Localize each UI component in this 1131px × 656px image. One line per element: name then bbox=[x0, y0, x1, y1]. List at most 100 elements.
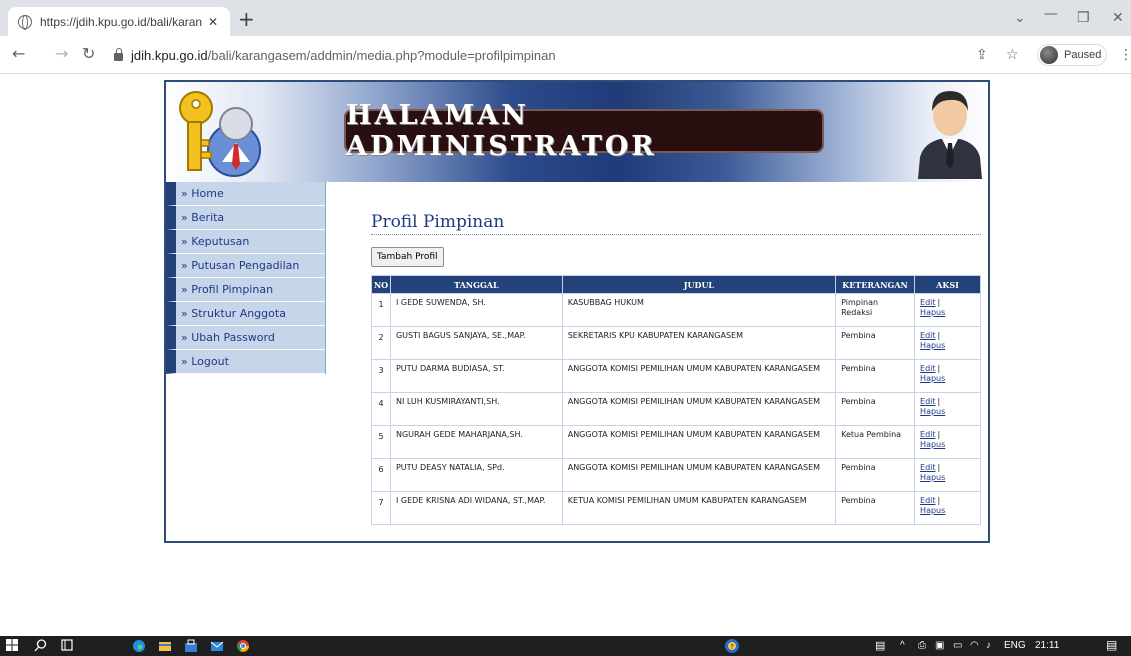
cell-tanggal: PUTU DARMA BUDIASA, ST. bbox=[389, 359, 563, 393]
banner-title: HALAMAN ADMINISTRATOR bbox=[346, 100, 657, 162]
table-row: 4 NI LUH KUSMIRAYANTI,SH. ANGGOTA KOMISI P… bbox=[371, 392, 981, 426]
paused-label: Paused bbox=[1064, 49, 1102, 61]
admin-banner: HALAMAN ADMINISTRATOR bbox=[344, 100, 824, 162]
sidebar-item-label: » Berita bbox=[181, 211, 225, 224]
cell-no: 7 bbox=[371, 491, 391, 525]
heading-divider bbox=[371, 234, 981, 235]
cell-keterangan: Ketua Pembina bbox=[835, 425, 916, 459]
chevron-up-icon[interactable]: ^ bbox=[900, 640, 905, 651]
printer-icon[interactable]: ⎙ bbox=[918, 640, 926, 651]
table-row: 1I GEDE SUWENDA, SH. KASUBBAG HUKUM Pimpin… bbox=[371, 293, 981, 327]
delete-link[interactable]: Hapus bbox=[920, 308, 945, 317]
clock[interactable]: 21:11 bbox=[1035, 640, 1059, 651]
sidebar-item-label: » Keputusan bbox=[181, 235, 250, 248]
update-icon[interactable]: ▣ bbox=[935, 640, 944, 651]
new-tab-button[interactable]: + bbox=[238, 9, 255, 29]
action-separator: | bbox=[937, 298, 941, 307]
sidebar-item-logout[interactable]: » Logout bbox=[166, 350, 325, 374]
sidebar-item-putusan-pengadilan[interactable]: » Putusan Pengadilan bbox=[166, 254, 325, 278]
delete-link[interactable]: Hapus bbox=[920, 407, 945, 416]
table-row: 2 GUSTI BAGUS SANJAYA, SE.,MAP. SEKRETARIS… bbox=[371, 326, 981, 360]
news-widget-icon[interactable]: ▤ bbox=[875, 639, 885, 652]
search-icon[interactable] bbox=[34, 639, 47, 652]
sidebar-item-keputusan[interactable]: » Keputusan bbox=[166, 230, 325, 254]
share-icon[interactable]: ⇪ bbox=[976, 47, 988, 63]
edit-link[interactable]: Edit bbox=[920, 331, 936, 340]
delete-link[interactable]: Hapus bbox=[920, 374, 945, 383]
key-user-icon bbox=[179, 91, 261, 177]
browser-tab-strip: https://jdih.kpu.go.id/bali/karang ✕ + ⌄… bbox=[0, 0, 1131, 36]
edit-link[interactable]: Edit bbox=[920, 430, 936, 439]
browser-toolbar: ← → ↻ jdih.kpu.go.id/bali/karangasem/add… bbox=[0, 36, 1131, 74]
edit-link[interactable]: Edit bbox=[920, 364, 936, 373]
table-body: 1I GEDE SUWENDA, SH. KASUBBAG HUKUM Pimpin… bbox=[371, 293, 981, 525]
delete-link[interactable]: Hapus bbox=[920, 473, 945, 482]
edit-link[interactable]: Edit bbox=[920, 298, 936, 307]
table-row: 6 PUTU DEASY NATALIA, SPd. ANGGOTA KOMISI … bbox=[371, 458, 981, 492]
dropdown-icon[interactable]: ⌄ bbox=[1014, 10, 1026, 26]
cell-aksi: Edit | Hapus bbox=[914, 392, 981, 426]
windows-start-icon[interactable] bbox=[6, 639, 18, 651]
mail-icon[interactable] bbox=[210, 639, 224, 653]
reload-icon[interactable]: ↻ bbox=[82, 45, 95, 63]
cell-keterangan: Pembina bbox=[835, 458, 916, 492]
action-separator: | bbox=[937, 364, 941, 373]
address-bar[interactable]: jdih.kpu.go.id/bali/karangasem/addmin/me… bbox=[114, 41, 974, 69]
profile-paused-button[interactable]: Paused bbox=[1037, 44, 1107, 66]
url-text: jdih.kpu.go.id/bali/karangasem/addmin/me… bbox=[131, 48, 556, 63]
add-profile-button[interactable]: Tambah Profil bbox=[371, 247, 444, 267]
cell-tanggal: I GEDE KRISNA ADI WIDANA, ST.,MAP. bbox=[389, 491, 563, 525]
sidebar-item-label: » Logout bbox=[181, 355, 229, 368]
cell-no: 5 bbox=[371, 425, 391, 459]
sidebar-item-home[interactable]: » Home bbox=[166, 182, 325, 206]
sidebar-item-profil-pimpinan[interactable]: » Profil Pimpinan bbox=[166, 278, 325, 302]
kebab-menu-icon[interactable]: ⋮ bbox=[1119, 47, 1131, 63]
action-separator: | bbox=[937, 463, 941, 472]
action-separator: | bbox=[937, 496, 941, 505]
delete-link[interactable]: Hapus bbox=[920, 341, 945, 350]
battery-icon[interactable]: ▭ bbox=[953, 640, 962, 651]
table-row: 7I GEDE KRISNA ADI WIDANA, ST.,MAP. KETUA… bbox=[371, 491, 981, 525]
lock-icon[interactable] bbox=[114, 48, 123, 61]
sidebar-item-struktur-anggota[interactable]: » Struktur Anggota bbox=[166, 302, 325, 326]
sidebar-item-berita[interactable]: » Berita bbox=[166, 206, 325, 230]
svg-text:?: ? bbox=[730, 643, 734, 651]
edit-link[interactable]: Edit bbox=[920, 397, 936, 406]
volume-icon[interactable]: ♪ bbox=[986, 640, 991, 651]
cell-tanggal: PUTU DEASY NATALIA, SPd. bbox=[389, 458, 563, 492]
delete-link[interactable]: Hapus bbox=[920, 506, 945, 515]
cell-no: 2 bbox=[371, 326, 391, 360]
column-header-keterangan: KETERANGAN bbox=[835, 275, 916, 294]
cell-judul: KETUA KOMISI PEMILIHAN UMUM KABUPATEN KA… bbox=[561, 491, 837, 525]
task-view-icon[interactable] bbox=[60, 639, 74, 652]
restore-icon[interactable]: ❐ bbox=[1077, 10, 1090, 26]
close-tab-icon[interactable]: ✕ bbox=[208, 15, 218, 29]
arrow-right-icon[interactable]: → bbox=[55, 45, 68, 63]
sidebar-item-ubah-password[interactable]: » Ubah Password bbox=[166, 326, 325, 350]
cell-keterangan: Pembina bbox=[835, 491, 916, 525]
store-icon[interactable] bbox=[184, 639, 198, 653]
cell-judul: ANGGOTA KOMISI PEMILIHAN UMUM KABUPATEN … bbox=[561, 458, 837, 492]
minimize-icon[interactable]: — bbox=[1044, 6, 1058, 22]
delete-link[interactable]: Hapus bbox=[920, 440, 945, 449]
edit-link[interactable]: Edit bbox=[920, 463, 936, 472]
edge-browser-icon[interactable] bbox=[132, 639, 146, 653]
column-header-tanggal: TANGGAL bbox=[389, 275, 563, 294]
edit-link[interactable]: Edit bbox=[920, 496, 936, 505]
help-icon[interactable]: ? bbox=[724, 638, 740, 654]
wifi-icon[interactable]: ◠ bbox=[970, 640, 979, 651]
sidebar-item-label: » Struktur Anggota bbox=[181, 307, 286, 320]
cell-tanggal: NGURAH GEDE MAHARJANA,SH. bbox=[389, 425, 563, 459]
file-explorer-icon[interactable] bbox=[158, 639, 172, 653]
notifications-icon[interactable]: ▤ bbox=[1106, 638, 1117, 652]
close-window-icon[interactable]: ✕ bbox=[1112, 10, 1124, 26]
browser-tab[interactable]: https://jdih.kpu.go.id/bali/karang ✕ bbox=[8, 7, 230, 36]
language-indicator[interactable]: ENG bbox=[1004, 640, 1026, 651]
star-icon[interactable]: ☆ bbox=[1006, 47, 1019, 63]
cell-aksi: Edit | Hapus bbox=[914, 458, 981, 492]
arrow-left-icon[interactable]: ← bbox=[12, 45, 25, 63]
cell-aksi: Edit | Hapus bbox=[914, 293, 981, 327]
cell-no: 4 bbox=[371, 392, 391, 426]
action-separator: | bbox=[937, 430, 941, 439]
chrome-icon[interactable] bbox=[236, 639, 250, 653]
